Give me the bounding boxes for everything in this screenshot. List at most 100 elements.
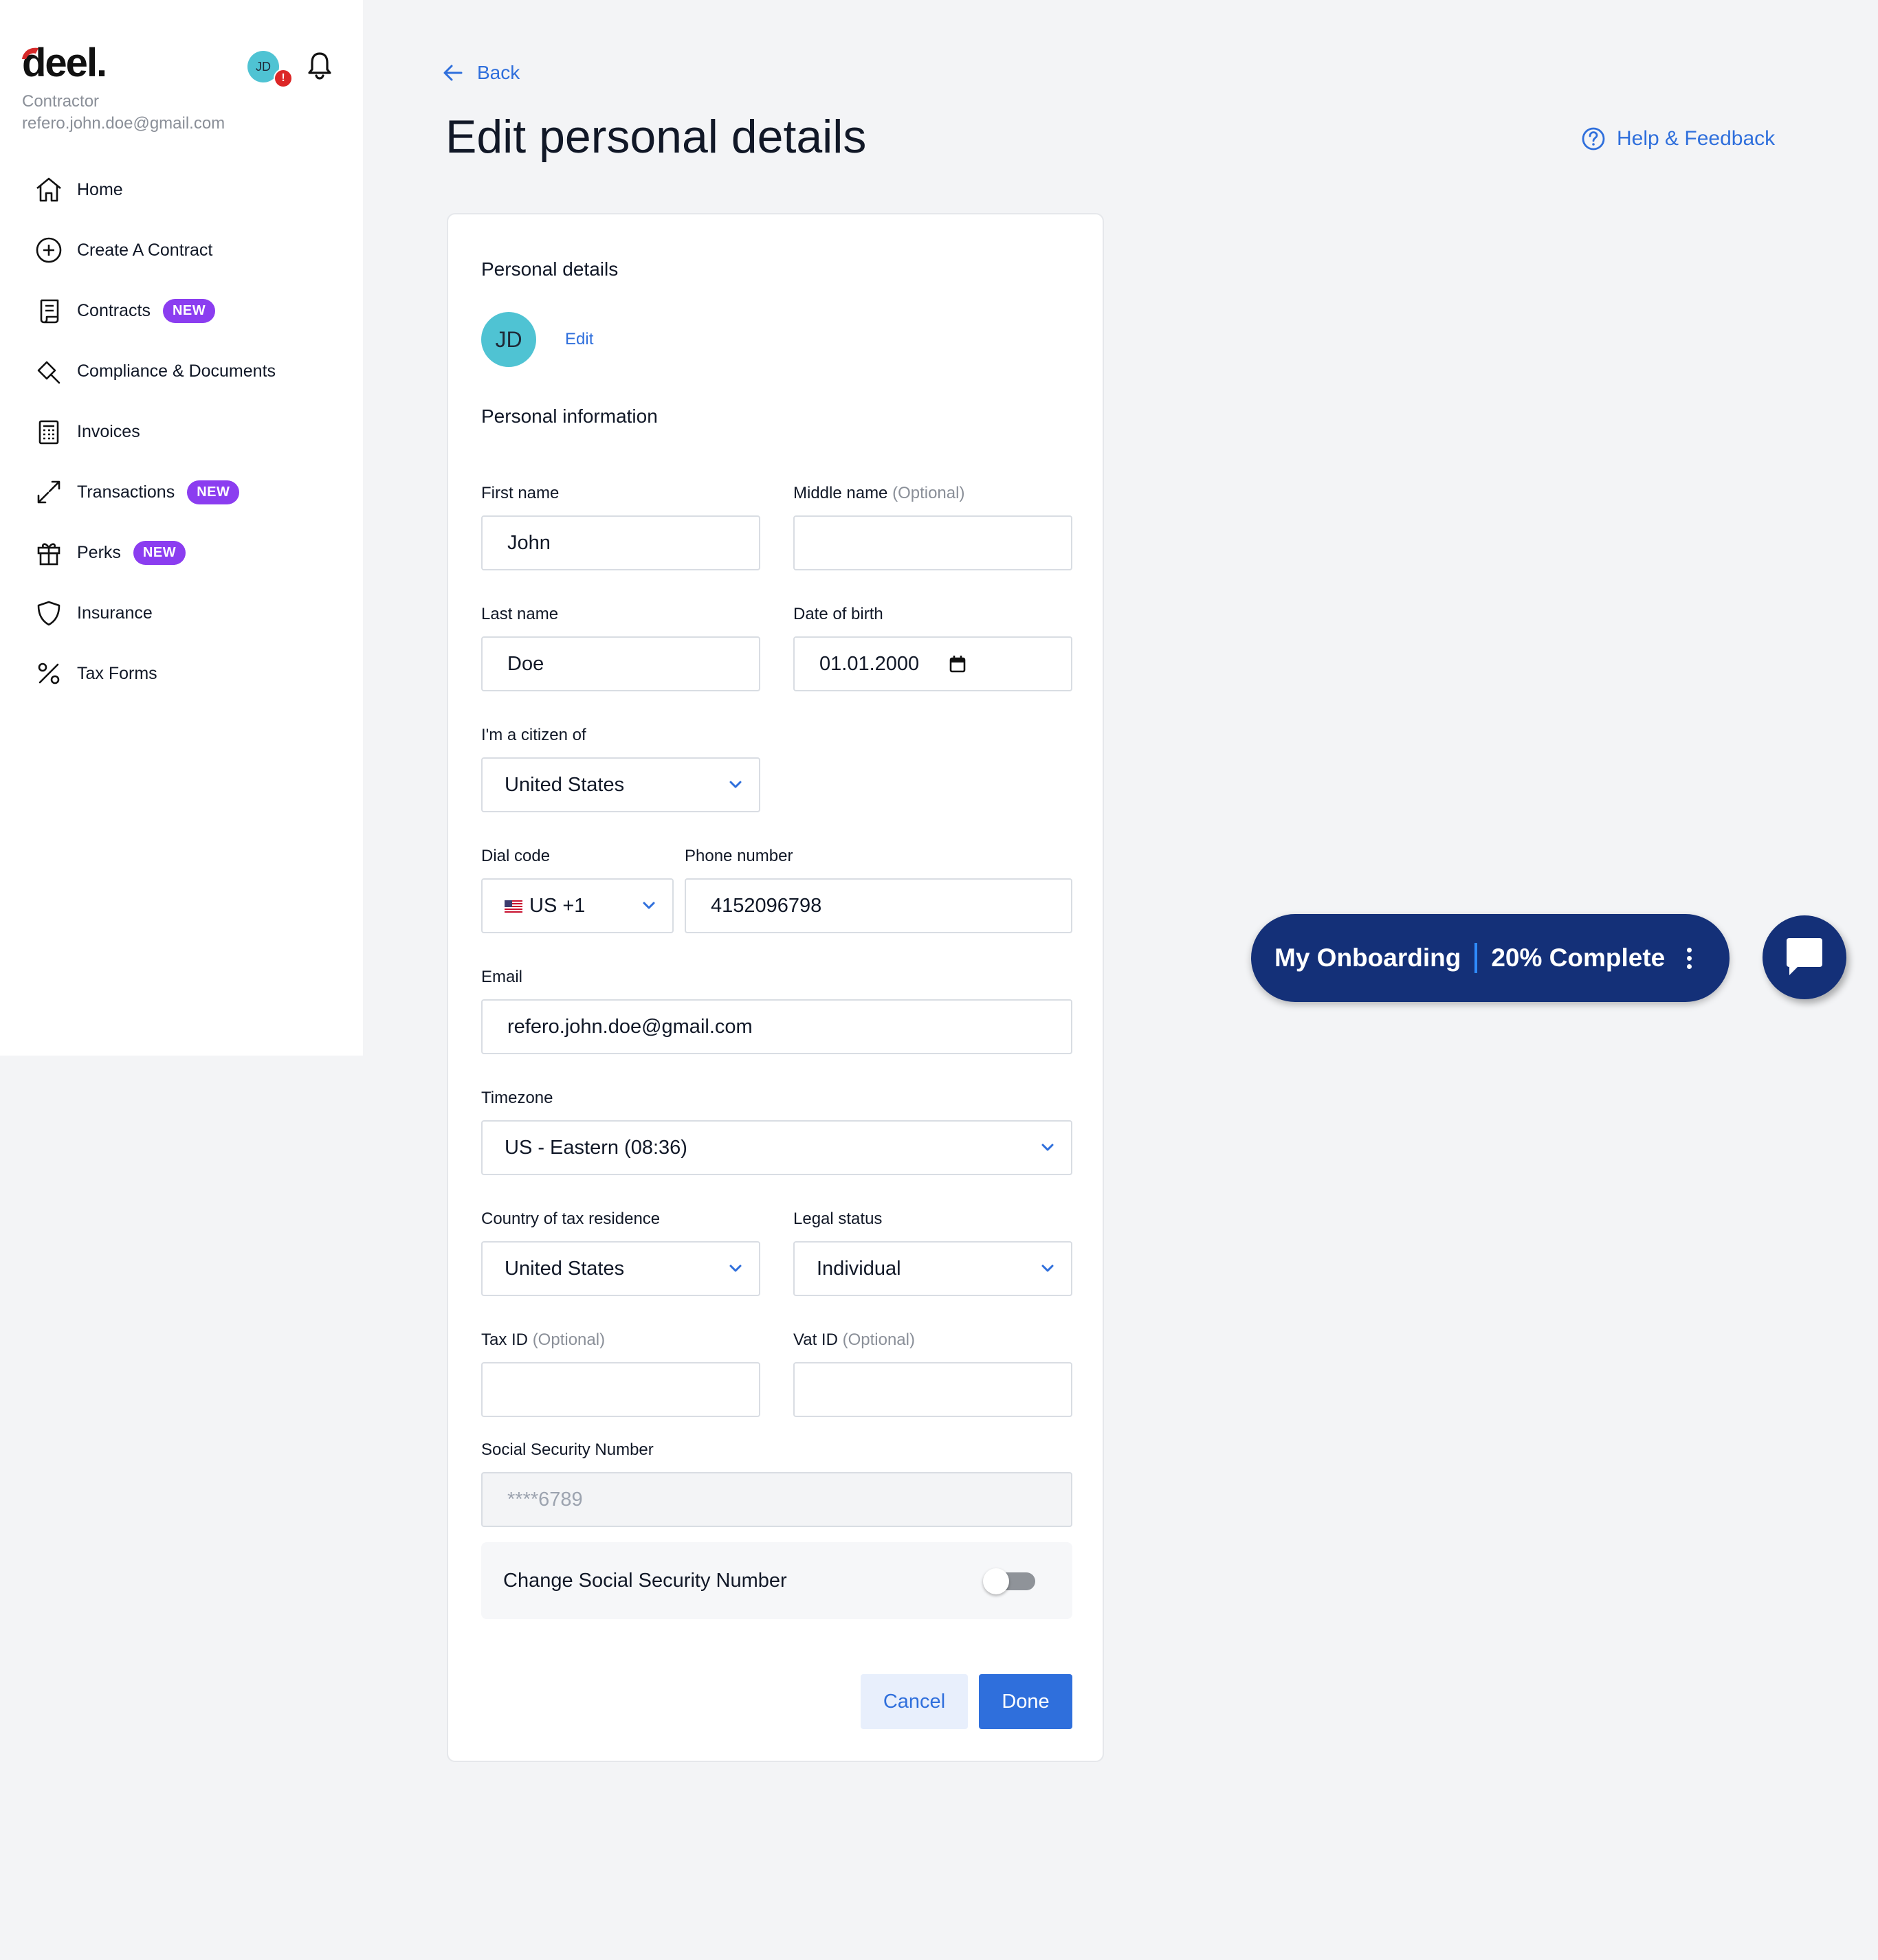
us-flag-icon <box>505 900 522 913</box>
sidebar-item-transactions[interactable]: Transactions NEW <box>0 462 363 522</box>
middle-name-label: Middle name (Optional) <box>793 484 964 503</box>
phone-number-label: Phone number <box>685 847 793 865</box>
user-role: Contractor <box>22 92 100 111</box>
last-name-label: Last name <box>481 605 559 623</box>
date-of-birth-input[interactable]: 01.01.2000 <box>793 636 1072 691</box>
alert-badge: ! <box>274 69 293 88</box>
phone-number-input[interactable]: 4152096798 <box>685 878 1072 933</box>
sidebar-item-create-contract[interactable]: Create A Contract <box>0 220 363 280</box>
chat-button[interactable] <box>1763 915 1846 999</box>
sidebar-item-label: Transactions <box>77 482 175 502</box>
vat-id-input[interactable] <box>793 1362 1072 1417</box>
calendar-icon[interactable] <box>949 655 966 673</box>
dial-code-select[interactable]: US +1 <box>481 878 674 933</box>
chevron-down-icon <box>729 1265 742 1272</box>
citizenship-value: United States <box>505 773 625 796</box>
sidebar-item-insurance[interactable]: Insurance <box>0 583 363 643</box>
plus-circle-icon <box>34 236 63 265</box>
onboarding-title: My Onboarding <box>1274 944 1461 972</box>
sidebar-item-home[interactable]: Home <box>0 159 363 220</box>
onboarding-widget[interactable]: My Onboarding 20% Complete <box>1251 914 1730 1002</box>
tax-id-label: Tax ID (Optional) <box>481 1330 605 1350</box>
sidebar-item-perks[interactable]: Perks NEW <box>0 522 363 583</box>
shield-icon <box>34 599 63 627</box>
santa-hat-icon <box>22 47 38 59</box>
sidebar-item-compliance-documents[interactable]: Compliance & Documents <box>0 341 363 401</box>
sidebar-item-label: Contracts <box>77 300 151 320</box>
sidebar-item-label: Insurance <box>77 603 153 623</box>
legal-status-select[interactable]: Individual <box>793 1241 1072 1296</box>
help-label: Help & Feedback <box>1617 127 1776 150</box>
last-name-input[interactable]: Doe <box>481 636 760 691</box>
timezone-value: US - Eastern (08:36) <box>505 1136 687 1159</box>
user-email: refero.john.doe@gmail.com <box>22 114 225 133</box>
section-title-personal-details: Personal details <box>481 258 619 280</box>
chevron-down-icon <box>1041 1265 1054 1272</box>
dial-code-display: US +1 <box>505 895 585 917</box>
legal-status-value: Individual <box>817 1257 901 1280</box>
arrow-left-icon <box>443 65 463 81</box>
sidebar-item-tax-forms[interactable]: Tax Forms <box>0 643 363 704</box>
chevron-down-icon <box>643 902 655 909</box>
sidebar-item-label: Perks <box>77 542 121 562</box>
tax-residence-value: United States <box>505 1257 625 1280</box>
home-icon <box>34 175 63 204</box>
more-options-icon[interactable] <box>1687 947 1692 969</box>
contract-icon <box>34 296 63 325</box>
date-of-birth-value: 01.01.2000 <box>819 652 920 675</box>
help-feedback-link[interactable]: Help & Feedback <box>1581 126 1775 151</box>
new-badge: NEW <box>133 540 186 565</box>
sidebar-item-label: Home <box>77 179 123 199</box>
deel-logo[interactable]: deel. <box>22 43 107 84</box>
tax-id-input[interactable] <box>481 1362 760 1417</box>
optional-hint: (Optional) <box>532 1330 606 1349</box>
middle-name-input[interactable] <box>793 515 1072 570</box>
chevron-down-icon <box>1041 1144 1054 1151</box>
onboarding-progress: 20% Complete <box>1491 944 1666 972</box>
done-button[interactable]: Done <box>979 1674 1072 1729</box>
transfer-arrows-icon <box>34 478 63 506</box>
sidebar-item-contracts[interactable]: Contracts NEW <box>0 280 363 341</box>
first-name-input[interactable]: John <box>481 515 760 570</box>
change-ssn-row: Change Social Security Number <box>481 1542 1072 1619</box>
gavel-icon <box>34 357 63 386</box>
invoice-icon <box>34 417 63 446</box>
toggle-knob <box>983 1568 1009 1594</box>
onboarding-divider <box>1474 943 1478 973</box>
back-link[interactable]: Back <box>443 62 520 84</box>
tax-residence-label: Country of tax residence <box>481 1210 661 1228</box>
sidebar-item-invoices[interactable]: Invoices <box>0 401 363 462</box>
citizenship-select[interactable]: United States <box>481 757 760 812</box>
new-badge: NEW <box>162 298 216 323</box>
email-input[interactable]: refero.john.doe@gmail.com <box>481 999 1072 1054</box>
optional-hint: (Optional) <box>842 1330 915 1349</box>
change-ssn-label: Change Social Security Number <box>503 1569 787 1592</box>
change-ssn-toggle[interactable] <box>983 1568 1037 1594</box>
tax-residence-select[interactable]: United States <box>481 1241 760 1296</box>
ssn-input: ****6789 <box>481 1472 1072 1527</box>
new-badge: NEW <box>187 480 240 504</box>
bell-icon[interactable] <box>307 51 333 80</box>
edit-avatar-link[interactable]: Edit <box>565 330 593 349</box>
dial-code-label: Dial code <box>481 847 551 865</box>
sidebar-nav: Home Create A Contract Contracts NEW Com… <box>0 159 363 704</box>
chevron-down-icon <box>729 781 742 788</box>
citizenship-label: I'm a citizen of <box>481 726 586 744</box>
chat-bubble-icon <box>1787 938 1822 975</box>
back-label: Back <box>477 62 520 83</box>
sidebar-item-label: Create A Contract <box>77 240 213 260</box>
timezone-label: Timezone <box>481 1089 553 1107</box>
timezone-select[interactable]: US - Eastern (08:36) <box>481 1120 1072 1175</box>
page-title: Edit personal details <box>445 111 867 163</box>
sidebar: deel. Contractor refero.john.doe@gmail.c… <box>0 0 363 1056</box>
sidebar-item-label: Tax Forms <box>77 663 157 683</box>
cancel-button[interactable]: Cancel <box>861 1674 968 1729</box>
percent-icon <box>34 659 63 688</box>
sidebar-item-label: Invoices <box>77 421 140 441</box>
personal-details-card: Personal details JD Edit Personal inform… <box>447 213 1104 1762</box>
date-of-birth-label: Date of birth <box>793 605 883 623</box>
gift-icon <box>34 538 63 567</box>
legal-status-label: Legal status <box>793 1210 883 1228</box>
ssn-label: Social Security Number <box>481 1440 654 1459</box>
vat-id-label-text: Vat ID <box>793 1330 838 1349</box>
